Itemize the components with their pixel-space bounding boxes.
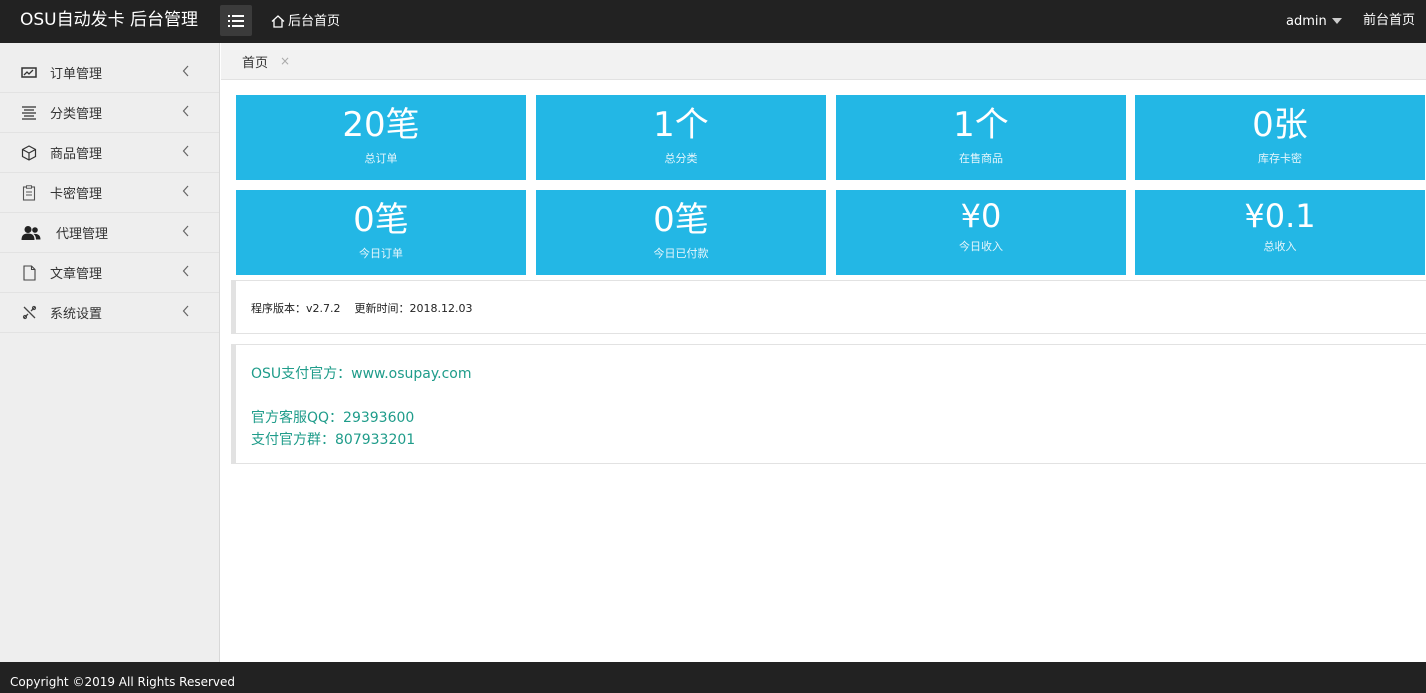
admin-home-link[interactable]: 后台首页 (271, 0, 340, 43)
list-lines-icon (20, 104, 38, 122)
stat-value: ¥0 (960, 197, 1002, 235)
stat-label: 总收入 (1263, 240, 1297, 253)
sidebar-item-label: 系统设置 (50, 307, 103, 322)
sidebar-item-label: 分类管理 (50, 107, 103, 122)
chevron-left-icon (182, 265, 189, 277)
user-name: admin (1286, 14, 1327, 29)
caret-down-icon (1331, 17, 1342, 24)
stat-card-today-income[interactable]: ¥0 今日收入 (836, 190, 1126, 275)
stat-card-today-paid[interactable]: 0笔 今日已付款 (536, 190, 826, 275)
tab-label: 首页 (242, 55, 269, 71)
stat-label: 在售商品 (959, 152, 1003, 165)
front-home-link[interactable]: 前台首页 (1363, 0, 1415, 43)
stat-value: ¥0.1 (1244, 197, 1316, 235)
sidebar-item-label: 卡密管理 (50, 187, 103, 202)
chevron-left-icon (182, 185, 189, 197)
official-site-text[interactable]: OSU支付官方：www.osupay.com (251, 363, 472, 383)
stat-value: 0笔 (653, 200, 709, 240)
app-brand[interactable]: OSU自动发卡 后台管理 (20, 0, 198, 43)
stat-card-total-categories[interactable]: 1个 总分类 (536, 95, 826, 180)
stat-label: 总订单 (364, 152, 398, 165)
stat-value: 1个 (953, 105, 1009, 145)
sidebar-item-orders[interactable]: 订单管理 (0, 53, 219, 93)
sidebar-item-products[interactable]: 商品管理 (0, 133, 219, 173)
sidebar-item-label: 代理管理 (56, 227, 109, 242)
footer: Copyright ©2019 All Rights Reserved (0, 662, 1426, 693)
stat-card-total-orders[interactable]: 20笔 总订单 (236, 95, 526, 180)
payment-group-text: 支付官方群：807933201 (251, 432, 416, 448)
top-header: OSU自动发卡 后台管理 后台首页 admin 前台首页 (0, 0, 1426, 43)
stat-label: 今日已付款 (653, 247, 709, 260)
stat-label: 库存卡密 (1258, 152, 1302, 165)
sidebar-item-label: 订单管理 (50, 67, 103, 82)
cube-icon (20, 144, 38, 162)
sidebar-item-settings[interactable]: 系统设置 (0, 293, 219, 333)
tab-home[interactable]: 首页 × (221, 43, 305, 79)
chevron-left-icon (182, 65, 189, 77)
close-icon[interactable]: × (280, 54, 290, 68)
update-time: 更新时间：2018.12.03 (354, 302, 473, 315)
stat-value: 0笔 (353, 200, 409, 240)
stat-card-total-income[interactable]: ¥0.1 总收入 (1135, 190, 1425, 275)
tools-icon (20, 304, 38, 322)
chevron-left-icon (182, 145, 189, 157)
user-menu[interactable]: admin (1286, 0, 1342, 43)
sidebar: 订单管理 分类管理 商品管理 卡密管理 代理管理 文章管理 系统设置 (0, 43, 220, 662)
copyright-text: Copyright ©2019 All Rights Reserved (10, 675, 236, 689)
menu-toggle-button[interactable] (220, 5, 252, 36)
sidebar-item-articles[interactable]: 文章管理 (0, 253, 219, 293)
stat-value: 1个 (653, 105, 709, 145)
chevron-left-icon (182, 305, 189, 317)
sidebar-nav: 订单管理 分类管理 商品管理 卡密管理 代理管理 文章管理 系统设置 (0, 53, 219, 333)
chart-board-icon (20, 64, 38, 82)
support-qq-text: 官方客服QQ：29393600 (251, 410, 415, 426)
sidebar-item-cards[interactable]: 卡密管理 (0, 173, 219, 213)
stat-label: 今日收入 (959, 240, 1003, 253)
users-icon (20, 224, 42, 242)
stat-label: 今日订单 (359, 247, 403, 260)
stat-card-today-orders[interactable]: 0笔 今日订单 (236, 190, 526, 275)
tab-bar: 首页 × (221, 43, 1426, 80)
hamburger-icon (228, 14, 244, 27)
sidebar-item-agents[interactable]: 代理管理 (0, 213, 219, 253)
stat-label: 总分类 (664, 152, 698, 165)
clipboard-icon (20, 184, 38, 202)
sidebar-item-label: 商品管理 (50, 147, 103, 162)
stat-value: 0张 (1252, 105, 1308, 145)
sidebar-item-categories[interactable]: 分类管理 (0, 93, 219, 133)
contact-panel: OSU支付官方：www.osupay.com 官方客服QQ：29393600 支… (231, 344, 1426, 464)
version-panel: 程序版本：v2.7.2 更新时间：2018.12.03 (231, 280, 1426, 334)
program-version: 程序版本：v2.7.2 (251, 302, 341, 315)
chevron-left-icon (182, 105, 189, 117)
stat-value: 20笔 (342, 105, 420, 145)
document-icon (20, 264, 38, 282)
home-icon (271, 15, 285, 28)
admin-home-label: 后台首页 (288, 14, 341, 29)
stat-card-card-stock[interactable]: 0张 库存卡密 (1135, 95, 1425, 180)
chevron-left-icon (182, 225, 189, 237)
stat-card-products-on-sale[interactable]: 1个 在售商品 (836, 95, 1126, 180)
version-info: 程序版本：v2.7.2 更新时间：2018.12.03 (251, 300, 486, 316)
sidebar-item-label: 文章管理 (50, 267, 103, 282)
